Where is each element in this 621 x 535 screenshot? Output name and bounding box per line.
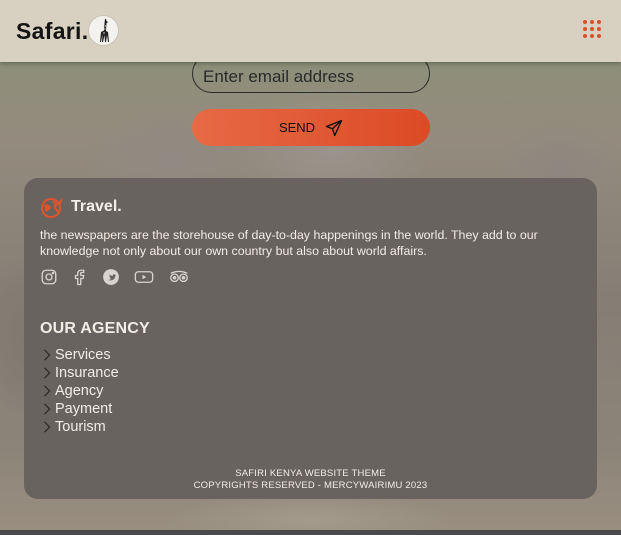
social-links xyxy=(40,268,190,286)
giraffe-icon xyxy=(88,15,119,46)
globe-plane-icon xyxy=(41,198,63,218)
chevron-right-icon xyxy=(43,403,51,415)
youtube-icon[interactable] xyxy=(133,268,155,286)
chevron-right-icon xyxy=(43,421,51,433)
bottom-strip xyxy=(0,530,621,535)
agency-link-payment[interactable]: Payment xyxy=(40,400,119,418)
send-label: SEND xyxy=(278,120,316,135)
agency-links: Services Insurance Agency Payment Touris… xyxy=(40,346,119,436)
agency-link-services[interactable]: Services xyxy=(40,346,119,364)
grid-menu-icon[interactable] xyxy=(583,20,602,39)
instagram-icon[interactable] xyxy=(40,268,58,286)
copyright-line-1: SAFIRI KENYA WEBSITE THEME xyxy=(235,468,386,479)
copyright: SAFIRI KENYA WEBSITE THEME COPYRIGHTS RE… xyxy=(24,468,597,492)
paper-plane-icon xyxy=(325,119,343,136)
send-button[interactable]: SEND xyxy=(192,109,430,146)
footer-card: Travel. the newspapers are the storehous… xyxy=(24,178,597,499)
copyright-line-2: COPYRIGHTS RESERVED - MERCYWAIRIMU 2023 xyxy=(193,480,428,491)
agency-heading: OUR AGENCY xyxy=(40,320,150,337)
chevron-right-icon xyxy=(43,385,51,397)
facebook-icon[interactable] xyxy=(71,268,89,286)
tripadvisor-icon[interactable] xyxy=(168,268,190,286)
site-header: Safari. xyxy=(0,0,621,62)
footer-description: the newspapers are the storehouse of day… xyxy=(40,228,538,258)
chevron-right-icon xyxy=(43,367,51,379)
footer-brand[interactable]: Travel. xyxy=(71,198,122,216)
twitter-icon[interactable] xyxy=(102,268,120,286)
agency-link-tourism[interactable]: Tourism xyxy=(40,418,119,436)
agency-link-agency[interactable]: Agency xyxy=(40,382,119,400)
brand-name[interactable]: Safari. xyxy=(16,18,88,45)
chevron-right-icon xyxy=(43,349,51,361)
agency-link-insurance[interactable]: Insurance xyxy=(40,364,119,382)
